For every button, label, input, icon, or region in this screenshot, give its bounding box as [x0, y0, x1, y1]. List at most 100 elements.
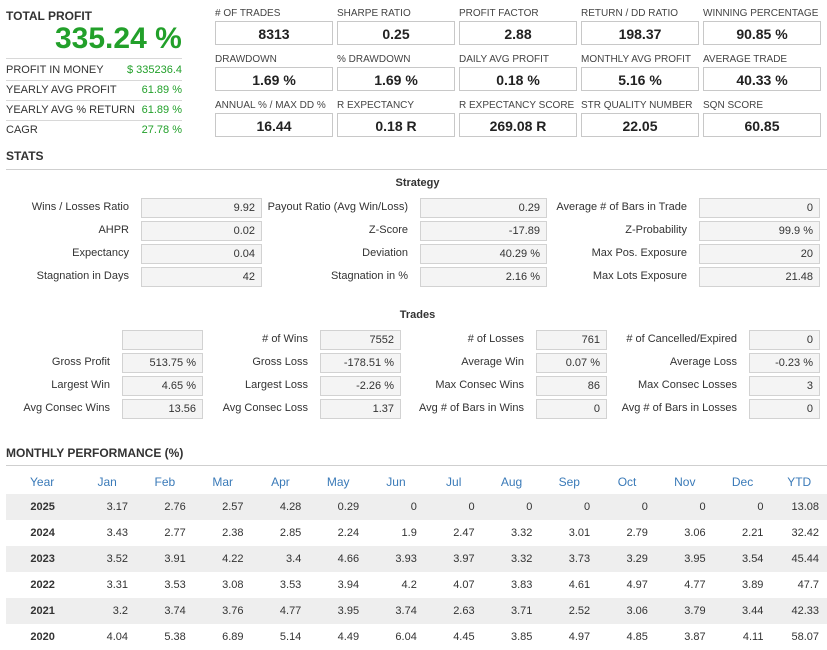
table-cell: 2.38 [193, 520, 252, 546]
summary-value: 61.89 % [141, 84, 182, 96]
summary-row-yearly-avg-profit: YEARLY AVG PROFIT 61.89 % [6, 84, 182, 96]
column-header[interactable]: Apr [252, 469, 310, 494]
table-cell: 3.87 [655, 624, 714, 650]
summary-value: 61.89 % [141, 104, 182, 116]
trade-label: Avg Consec Wins [23, 402, 110, 414]
metric-value: 0.18 R [337, 113, 455, 137]
table-cell: 4.77 [655, 572, 714, 598]
table-row: 2022 3.31 3.53 3.08 3.53 3.94 4.2 4.07 3.83 4.61 4… [6, 572, 827, 598]
trade-value: 761 [536, 330, 607, 350]
stat-label: Max Pos. Exposure [591, 247, 687, 259]
column-header[interactable]: Jun [367, 469, 425, 494]
monthly-performance-table: Year Jan Feb Mar Apr May Jun Jul Aug Sep… [6, 469, 827, 650]
table-cell: 3.52 [78, 546, 137, 572]
trade-value: 0 [749, 399, 820, 419]
stat-label: Z-Probability [625, 224, 687, 236]
metric-label: RETURN / DD RATIO [581, 8, 679, 19]
table-cell: 6.89 [193, 624, 252, 650]
stat-value: 0 [699, 198, 820, 218]
table-cell: 0 [540, 494, 599, 520]
stats-title: STATS [6, 149, 44, 163]
metric-value: 8313 [215, 21, 333, 45]
column-header[interactable]: Sep [540, 469, 598, 494]
stat-value: 0.29 [420, 198, 547, 218]
trade-value: -2.26 % [320, 376, 401, 396]
stat-value: 21.48 [699, 267, 820, 287]
metric-str-quality-number: STR QUALITY NUMBER 22.05 [581, 100, 699, 137]
table-cell: 3.4 [251, 546, 310, 572]
column-header[interactable]: Mar [194, 469, 252, 494]
table-cell: 4.2 [367, 572, 425, 598]
table-cell: 3.73 [540, 546, 599, 572]
metric-value: 60.85 [703, 113, 821, 137]
metric-value: 0.25 [337, 21, 455, 45]
column-header[interactable]: Feb [136, 469, 194, 494]
metric-value: 5.16 % [581, 67, 699, 91]
table-header-row: Year Jan Feb Mar Apr May Jun Jul Aug Sep… [6, 469, 827, 494]
metric-value: 2.88 [459, 21, 577, 45]
table-cell: 3.53 [136, 572, 194, 598]
trade-label: # of Cancelled/Expired [626, 333, 737, 345]
table-cell: 0 [713, 494, 772, 520]
table-cell: 3.08 [193, 572, 252, 598]
metric-label: PROFIT FACTOR [459, 8, 539, 19]
table-cell: 3.85 [482, 624, 541, 650]
stat-label: Deviation [362, 247, 408, 259]
stat-value: -17.89 [420, 221, 547, 241]
column-header[interactable]: Dec [714, 469, 772, 494]
trade-label: Largest Loss [245, 379, 308, 391]
table-cell: 3.32 [482, 546, 541, 572]
trade-value: 7552 [320, 330, 401, 350]
column-header[interactable]: Jan [78, 469, 136, 494]
trade-label: Avg Consec Loss [222, 402, 308, 414]
table-cell: 2.52 [540, 598, 599, 624]
trade-label: Gross Loss [252, 356, 308, 368]
table-cell: 2.76 [136, 494, 194, 520]
table-cell: 3.93 [367, 546, 425, 572]
metric-daily-avg-profit: DAILY AVG PROFIT 0.18 % [459, 54, 577, 91]
stat-value: 99.9 % [699, 221, 820, 241]
column-header[interactable]: Year [6, 469, 78, 494]
summary-label: CAGR [6, 124, 38, 136]
trade-value: 3 [749, 376, 820, 396]
column-header[interactable]: YTD [771, 469, 827, 494]
stat-label: Payout Ratio (Avg Win/Loss) [267, 201, 408, 213]
metric-label: R EXPECTANCY SCORE [459, 100, 575, 111]
metric-return-dd-ratio: RETURN / DD RATIO 198.37 [581, 8, 699, 45]
table-cell: 2.24 [309, 520, 368, 546]
stat-label: Max Lots Exposure [592, 270, 687, 282]
year-cell: 2020 [6, 624, 79, 650]
stat-value: 0.02 [141, 221, 262, 241]
trade-label: # of Wins [262, 333, 308, 345]
stats-divider [6, 169, 827, 170]
total-profit-label: TOTAL PROFIT [6, 9, 92, 23]
summary-label: PROFIT IN MONEY [6, 64, 104, 76]
table-cell: 3.32 [482, 520, 541, 546]
table-cell: 3.06 [598, 598, 656, 624]
metric-r-expectancy: R EXPECTANCY 0.18 R [337, 100, 455, 137]
table-cell: 3.89 [713, 572, 772, 598]
column-header[interactable]: Oct [598, 469, 656, 494]
metric-label: DAILY AVG PROFIT [459, 54, 550, 65]
metric-monthly-avg-profit: MONTHLY AVG PROFIT 5.16 % [581, 54, 699, 91]
trade-value: 86 [536, 376, 607, 396]
trade-value: 0.07 % [536, 353, 607, 373]
trade-value-empty [122, 330, 203, 350]
table-cell: 42.33 [771, 598, 827, 624]
summary-label: YEARLY AVG PROFIT [6, 84, 117, 96]
column-header[interactable]: Nov [656, 469, 714, 494]
table-cell: 2.57 [193, 494, 252, 520]
table-cell: 4.11 [713, 624, 772, 650]
monthly-performance-title: MONTHLY PERFORMANCE (%) [6, 446, 184, 460]
table-cell: 4.22 [193, 546, 252, 572]
table-cell: 2.79 [598, 520, 656, 546]
metric-label: MONTHLY AVG PROFIT [581, 54, 692, 65]
column-header[interactable]: Jul [425, 469, 483, 494]
table-cell: 3.31 [78, 572, 137, 598]
metric-value: 269.08 R [459, 113, 577, 137]
trade-label: Avg # of Bars in Losses [621, 402, 737, 414]
table-cell: 4.61 [540, 572, 599, 598]
column-header[interactable]: May [309, 469, 367, 494]
column-header[interactable]: Aug [483, 469, 541, 494]
table-cell: 4.77 [251, 598, 310, 624]
